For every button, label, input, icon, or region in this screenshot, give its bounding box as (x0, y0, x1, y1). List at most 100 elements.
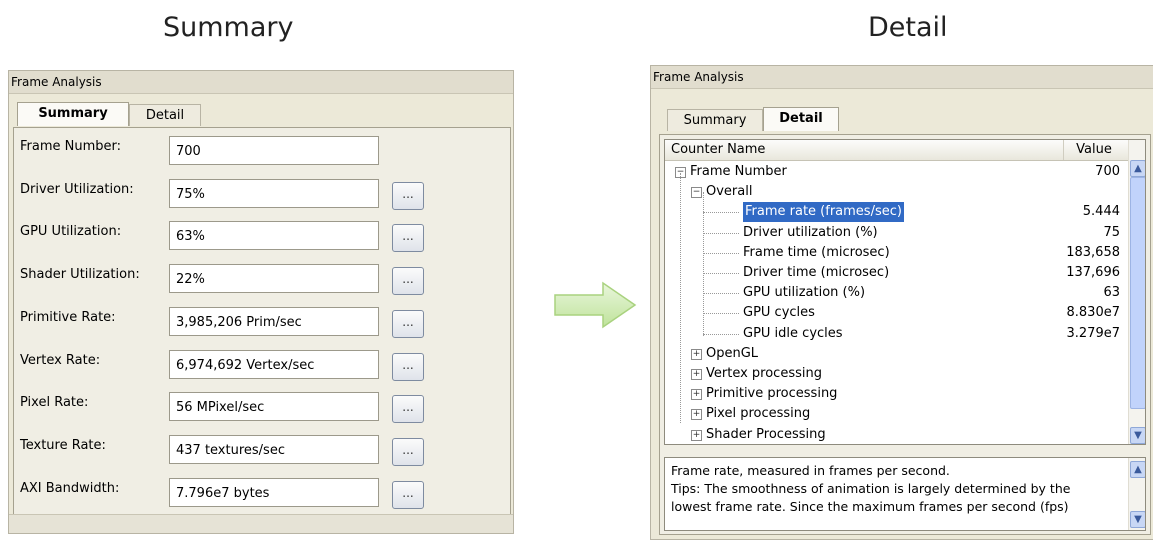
value-field[interactable]: 63% (169, 221, 379, 250)
tree-item-label: Frame Number (690, 164, 787, 179)
field-label: AXI Bandwidth: (20, 481, 120, 496)
field-label: Texture Rate: (20, 438, 106, 453)
value-field[interactable]: 3,985,206 Prim/sec (169, 307, 379, 336)
tree-row[interactable]: GPU cycles 8.830e7 (665, 303, 1128, 323)
value-field[interactable]: 75% (169, 179, 379, 208)
scroll-up-button[interactable]: ▲ (1130, 461, 1145, 478)
tree-row[interactable]: + OpenGL (665, 344, 1128, 364)
tree-row[interactable]: + Pixel processing (665, 404, 1128, 424)
field-label: Shader Utilization: (20, 267, 140, 282)
tree-connector (703, 253, 739, 254)
tree-connector (703, 212, 739, 213)
field-label: Frame Number: (20, 139, 122, 154)
tree-item-value: 63 (1103, 285, 1120, 300)
tree-row[interactable]: Driver utilization (%) 75 (665, 223, 1128, 243)
value-field[interactable]: 22% (169, 264, 379, 293)
scroll-up-button[interactable]: ▲ (1130, 160, 1145, 177)
detail-tab-body: Counter Name Value − Frame Number 700 − Over… (659, 134, 1151, 535)
tree-item-label: Frame time (microsec) (743, 245, 890, 260)
tree-row[interactable]: Frame time (microsec) 183,658 (665, 243, 1128, 263)
scroll-thumb[interactable] (1130, 177, 1145, 409)
tree-item-label: Shader Processing (706, 427, 826, 442)
value-field[interactable]: 437 textures/sec (169, 435, 379, 464)
tree-item-label: Primitive processing (706, 386, 838, 401)
description-line: Frame rate, measured in frames per secon… (671, 463, 950, 478)
tab-detail[interactable]: Detail (129, 104, 201, 126)
tree-item-label: Overall (706, 184, 753, 199)
tree-connector (703, 293, 739, 294)
field-label: Pixel Rate: (20, 395, 89, 410)
expand-icon[interactable]: + (691, 409, 702, 420)
tree-row[interactable]: Frame rate (frames/sec) 5.444 (665, 202, 1128, 222)
tree-item-value: 8.830e7 (1066, 305, 1121, 320)
status-bar (9, 514, 513, 533)
panel-title: Frame Analysis (9, 71, 513, 94)
tree-connector (703, 273, 739, 274)
details-button[interactable]: ... (392, 224, 424, 252)
collapse-icon[interactable]: − (691, 187, 702, 198)
tree-item-label: GPU idle cycles (743, 326, 843, 341)
tree-row[interactable]: GPU idle cycles 3.279e7 (665, 324, 1128, 344)
tab-detail[interactable]: Detail (763, 107, 839, 131)
field-label: GPU Utilization: (20, 224, 122, 239)
tree-item-label: Driver utilization (%) (743, 225, 878, 240)
counter-tree[interactable]: Counter Name Value − Frame Number 700 − Over… (664, 139, 1146, 445)
details-button[interactable]: ... (392, 310, 424, 338)
tree-scrollbar[interactable]: ▲ ▼ (1128, 140, 1145, 444)
value-field[interactable]: 6,974,692 Vertex/sec (169, 350, 379, 379)
description-line: Tips: The smoothness of animation is lar… (671, 481, 1071, 496)
detail-caption: Detail (868, 12, 948, 43)
scroll-down-button[interactable]: ▼ (1130, 511, 1145, 528)
expand-icon[interactable]: + (691, 389, 702, 400)
summary-caption: Summary (163, 12, 294, 43)
tree-row[interactable]: − Overall (665, 182, 1128, 202)
tree-row[interactable]: + Shader Processing (665, 425, 1128, 444)
tree-item-label: Vertex processing (706, 366, 822, 381)
tab-summary[interactable]: Summary (667, 109, 763, 131)
details-button[interactable]: ... (392, 395, 424, 423)
tree-item-value: 137,696 (1066, 265, 1120, 280)
tree-row[interactable]: GPU utilization (%) 63 (665, 283, 1128, 303)
frame-analysis-detail-panel: Frame Analysis Summary Detail Counter Na… (650, 65, 1153, 540)
details-button[interactable]: ... (392, 267, 424, 295)
summary-tab-body: Frame Number: 700 Driver Utilization: 75%..… (13, 127, 511, 516)
expand-icon[interactable]: + (691, 349, 702, 360)
frame-analysis-summary-panel: Frame Analysis Summary Detail Frame Numb… (8, 70, 514, 534)
value-field[interactable]: 700 (169, 136, 379, 165)
field-label: Primitive Rate: (20, 310, 116, 325)
tree-item-label: OpenGL (706, 346, 759, 361)
tree-row[interactable]: + Primitive processing (665, 384, 1128, 404)
tree-guide-line (680, 173, 681, 423)
details-button[interactable]: ... (392, 182, 424, 210)
tree-item-label: Driver time (microsec) (743, 265, 890, 280)
tree-item-label: Frame rate (frames/sec) (743, 202, 904, 222)
scroll-down-button[interactable]: ▼ (1130, 427, 1145, 444)
expand-icon[interactable]: + (691, 369, 702, 380)
details-button[interactable]: ... (392, 438, 424, 466)
details-button[interactable]: ... (392, 481, 424, 509)
tree-connector (703, 313, 739, 314)
tree-item-value: 75 (1103, 225, 1120, 240)
tab-summary[interactable]: Summary (17, 102, 129, 126)
tree-header: Counter Name Value (665, 140, 1128, 161)
column-counter-name[interactable]: Counter Name (671, 140, 765, 160)
tree-row[interactable]: − Frame Number 700 (665, 162, 1128, 182)
expand-icon[interactable]: + (691, 430, 702, 441)
tree-connector (703, 334, 739, 335)
right-arrow-icon (554, 281, 637, 329)
tree-row[interactable]: + Vertex processing (665, 364, 1128, 384)
value-field[interactable]: 7.796e7 bytes (169, 478, 379, 507)
description-line: lowest frame rate. Since the maximum fra… (671, 499, 1069, 514)
description-box: Frame rate, measured in frames per secon… (664, 457, 1146, 531)
tree-guide-line (703, 192, 704, 336)
description-scrollbar[interactable]: ▲ ▼ (1128, 458, 1145, 530)
tree-item-label: Pixel processing (706, 406, 811, 421)
tree-row[interactable]: Driver time (microsec) 137,696 (665, 263, 1128, 283)
field-label: Driver Utilization: (20, 182, 134, 197)
tree-item-value: 183,658 (1066, 245, 1120, 260)
tree-item-value: 5.444 (1082, 204, 1120, 219)
tree-item-label: GPU cycles (743, 305, 815, 320)
details-button[interactable]: ... (392, 353, 424, 381)
column-value[interactable]: Value (1063, 140, 1124, 160)
value-field[interactable]: 56 MPixel/sec (169, 392, 379, 421)
